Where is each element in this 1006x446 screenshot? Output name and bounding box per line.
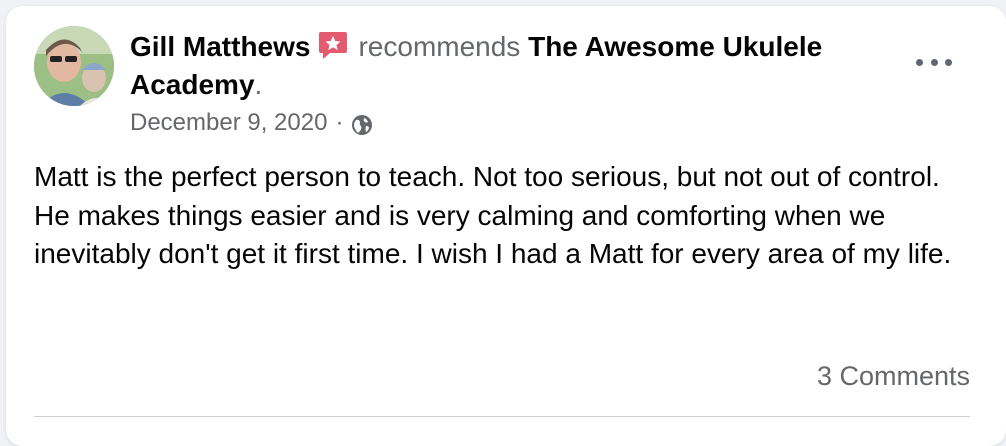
author-name[interactable]: Gill Matthews xyxy=(130,31,310,62)
comments-link[interactable]: 3 Comments xyxy=(817,358,970,394)
author-avatar[interactable] xyxy=(34,26,114,106)
globe-icon xyxy=(351,112,373,135)
review-text: Matt is the perfect person to teach. Not… xyxy=(34,161,952,269)
more-dot-icon xyxy=(930,58,938,66)
avatar-photo xyxy=(34,26,114,106)
header-period: . xyxy=(254,69,263,100)
recommends-label: recommends xyxy=(358,31,521,62)
review-card: Gill Matthews recommends The Awesome Ukul… xyxy=(6,6,1006,446)
post-meta: December 9, 2020 · xyxy=(130,106,373,140)
recommendation-star-icon xyxy=(318,30,348,60)
meta-separator: · xyxy=(335,109,344,136)
post-header: Gill Matthews recommends The Awesome Ukul… xyxy=(130,28,890,104)
more-options-button[interactable] xyxy=(916,50,952,74)
more-dot-icon xyxy=(945,58,952,66)
divider xyxy=(34,416,970,417)
post-date[interactable]: December 9, 2020 xyxy=(130,106,327,140)
more-dot-icon xyxy=(916,58,923,66)
